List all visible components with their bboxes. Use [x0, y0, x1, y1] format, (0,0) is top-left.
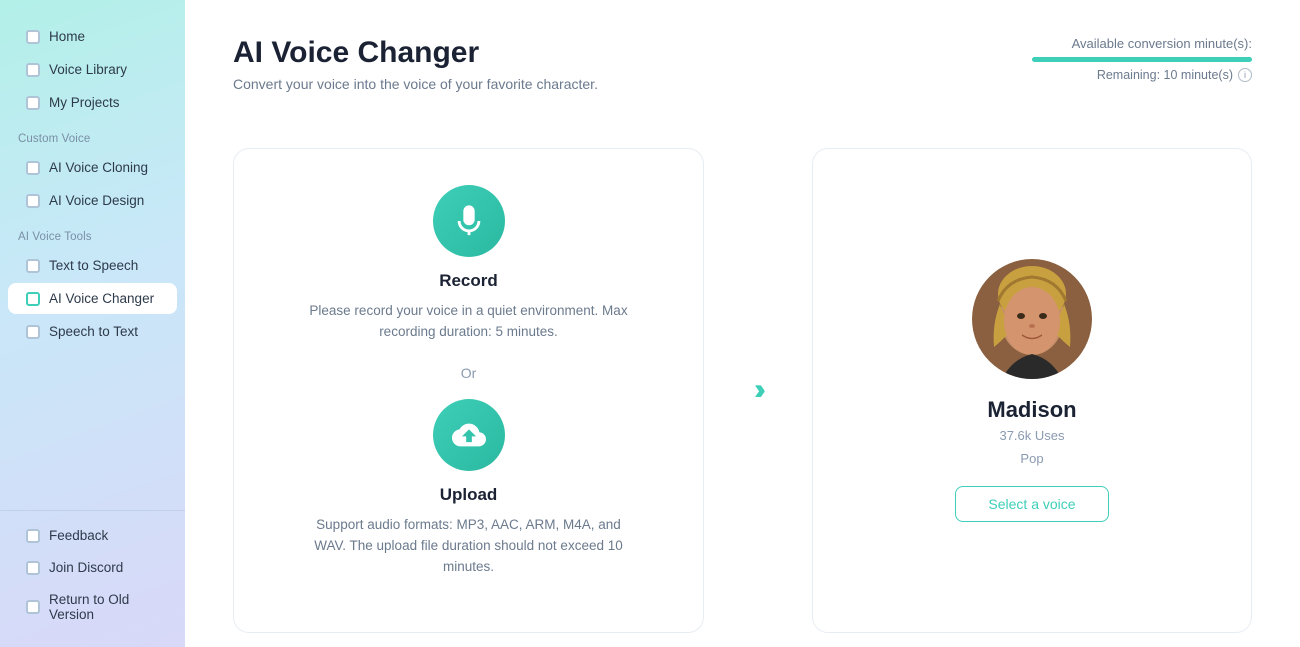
main-content: AI Voice Changer Convert your voice into… [185, 0, 1300, 647]
nav-dot [26, 292, 40, 306]
sidebar-item-text-to-speech[interactable]: Text to Speech [8, 250, 177, 281]
nav-dot [26, 600, 40, 614]
upload-description: Support audio formats: MP3, AAC, ARM, M4… [309, 515, 629, 578]
sidebar-bottom: Feedback Join Discord Return to Old Vers… [0, 510, 185, 631]
nav-dot [26, 194, 40, 208]
microphone-icon [452, 204, 486, 238]
nav-dot [26, 63, 40, 77]
sidebar-item-voice-library[interactable]: Voice Library [8, 54, 177, 85]
nav-dot [26, 561, 40, 575]
sidebar-section-custom: Custom Voice [0, 119, 185, 151]
sidebar-item-speech-to-text[interactable]: Speech to Text [8, 316, 177, 347]
sidebar-item-return-old[interactable]: Return to Old Version [8, 584, 177, 630]
page-subtitle: Convert your voice into the voice of you… [233, 76, 598, 92]
sidebar-item-ai-voice-changer[interactable]: AI Voice Changer [8, 283, 177, 314]
upload-icon [452, 418, 486, 452]
sidebar-section-tools: AI Voice Tools [0, 217, 185, 249]
nav-dot [26, 161, 40, 175]
nav-dot [26, 529, 40, 543]
voice-avatar [972, 259, 1092, 379]
nav-dot [26, 30, 40, 44]
sidebar: Home Voice Library My Projects Custom Vo… [0, 0, 185, 647]
select-voice-button[interactable]: Select a voice [955, 486, 1108, 522]
page-title: AI Voice Changer [233, 36, 598, 70]
remaining-label: Remaining: 10 minute(s) i [1032, 68, 1252, 82]
left-card: Record Please record your voice in a qui… [233, 148, 704, 633]
arrow-icon: ›› [754, 373, 762, 407]
sidebar-item-ai-voice-cloning[interactable]: AI Voice Cloning [8, 152, 177, 183]
voice-uses: 37.6k Uses [999, 428, 1064, 443]
upload-icon-circle[interactable] [433, 399, 505, 471]
sidebar-item-feedback[interactable]: Feedback [8, 520, 177, 551]
nav-dot [26, 259, 40, 273]
right-card: Madison 37.6k Uses Pop Select a voice [812, 148, 1252, 633]
header-left: AI Voice Changer Convert your voice into… [233, 36, 598, 120]
voice-avatar-image [972, 259, 1092, 379]
sidebar-item-my-projects[interactable]: My Projects [8, 87, 177, 118]
arrow-col: ›› [728, 148, 788, 633]
header-row: AI Voice Changer Convert your voice into… [233, 36, 1252, 120]
sidebar-item-ai-voice-design[interactable]: AI Voice Design [8, 185, 177, 216]
progress-bar [1032, 57, 1252, 62]
progress-bar-fill [1032, 57, 1252, 62]
sidebar-item-join-discord[interactable]: Join Discord [8, 552, 177, 583]
sidebar-item-home[interactable]: Home [8, 21, 177, 52]
upload-title: Upload [440, 485, 498, 505]
record-title: Record [439, 271, 498, 291]
cards-row: Record Please record your voice in a qui… [233, 148, 1252, 633]
available-label: Available conversion minute(s): [1032, 36, 1252, 51]
voice-name: Madison [987, 397, 1076, 423]
or-divider: Or [461, 365, 477, 381]
info-icon[interactable]: i [1238, 68, 1252, 82]
nav-dot [26, 96, 40, 110]
record-description: Please record your voice in a quiet envi… [309, 301, 629, 343]
record-icon-circle[interactable] [433, 185, 505, 257]
nav-dot [26, 325, 40, 339]
voice-genre: Pop [1020, 451, 1043, 466]
header-right: Available conversion minute(s): Remainin… [1032, 36, 1252, 82]
